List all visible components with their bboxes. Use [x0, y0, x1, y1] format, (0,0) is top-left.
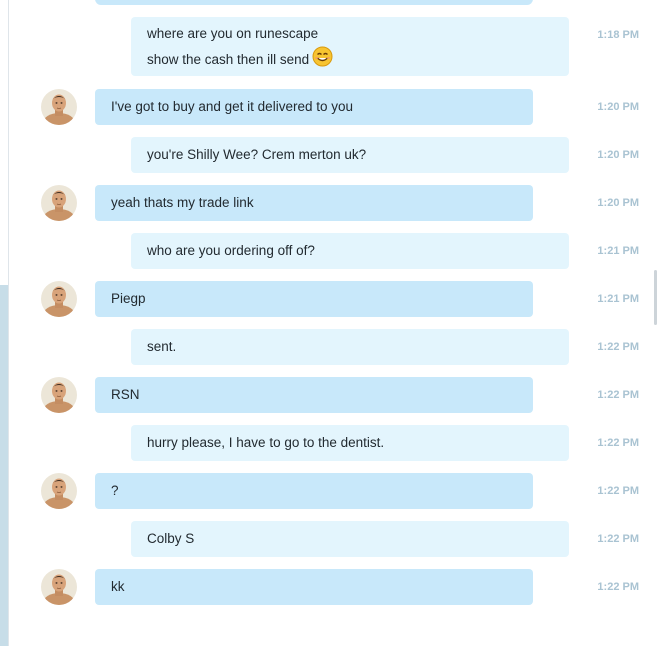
- message-text: RSN: [111, 387, 140, 402]
- message-text: kk: [111, 579, 125, 594]
- message-text: who are you ordering off of?: [147, 243, 315, 258]
- left-panel-fill: [0, 285, 8, 646]
- received-message-bubble[interactable]: yeah thats my trade link: [95, 185, 533, 221]
- received-message-bubble[interactable]: I've got to buy and get it delivered to …: [95, 89, 533, 125]
- sent-message-bubble[interactable]: you're Shilly Wee? Crem merton uk?: [131, 137, 569, 173]
- message-timestamp: 1:21 PM: [597, 293, 639, 305]
- message-timestamp: 1:22 PM: [597, 437, 639, 449]
- message-timestamp: 1:21 PM: [597, 245, 639, 257]
- contact-avatar[interactable]: [41, 569, 77, 605]
- sent-message-bubble[interactable]: hurry please, I have to go to the dentis…: [131, 425, 569, 461]
- message-timestamp: 1:22 PM: [597, 485, 639, 497]
- message-text-line: show the cash then ill send: [147, 52, 310, 68]
- message-timestamp: 1:22 PM: [597, 581, 639, 593]
- contact-avatar[interactable]: [41, 89, 77, 125]
- sent-message-bubble[interactable]: where are you on runescape show the cash…: [131, 17, 569, 76]
- received-message-bubble[interactable]: ?: [95, 473, 533, 509]
- message-text: yeah thats my trade link: [111, 195, 254, 210]
- message-text: Colby S: [147, 531, 195, 546]
- message-text: you're Shilly Wee? Crem merton uk?: [147, 147, 367, 162]
- received-message-bubble[interactable]: kk: [95, 569, 533, 605]
- smile-emoji-icon: [312, 46, 333, 75]
- message-text: show the cash then ill send: [147, 46, 553, 75]
- message-text: Piegp: [111, 291, 146, 306]
- message-text: sent.: [147, 339, 177, 354]
- message-timestamp: 1:22 PM: [597, 341, 639, 353]
- message-text: ?: [111, 483, 119, 498]
- scrollbar-thumb[interactable]: [654, 270, 657, 325]
- received-message-bubble[interactable]: RSN: [95, 377, 533, 413]
- message-text: hurry please, I have to go to the dentis…: [147, 435, 385, 450]
- left-panel-edge: [0, 0, 9, 646]
- message-timestamp: 1:20 PM: [597, 197, 639, 209]
- chat-scrollbar[interactable]: [654, 0, 658, 646]
- message-timestamp: 1:20 PM: [597, 149, 639, 161]
- contact-avatar[interactable]: [41, 281, 77, 317]
- contact-avatar[interactable]: [41, 473, 77, 509]
- message-text: where are you on runescape: [147, 26, 319, 41]
- message-timestamp: 1:18 PM: [597, 29, 639, 41]
- contact-avatar[interactable]: [41, 185, 77, 221]
- contact-avatar[interactable]: [41, 377, 77, 413]
- message-timestamp: 1:22 PM: [597, 533, 639, 545]
- previous-message-bubble-clipped: [95, 0, 533, 5]
- message-timestamp: 1:22 PM: [597, 389, 639, 401]
- sent-message-bubble[interactable]: sent.: [131, 329, 569, 365]
- sent-message-bubble[interactable]: who are you ordering off of?: [131, 233, 569, 269]
- message-timestamp: 1:20 PM: [597, 101, 639, 113]
- message-text: I've got to buy and get it delivered to …: [111, 99, 353, 114]
- received-message-bubble[interactable]: Piegp: [95, 281, 533, 317]
- sent-message-bubble[interactable]: Colby S: [131, 521, 569, 557]
